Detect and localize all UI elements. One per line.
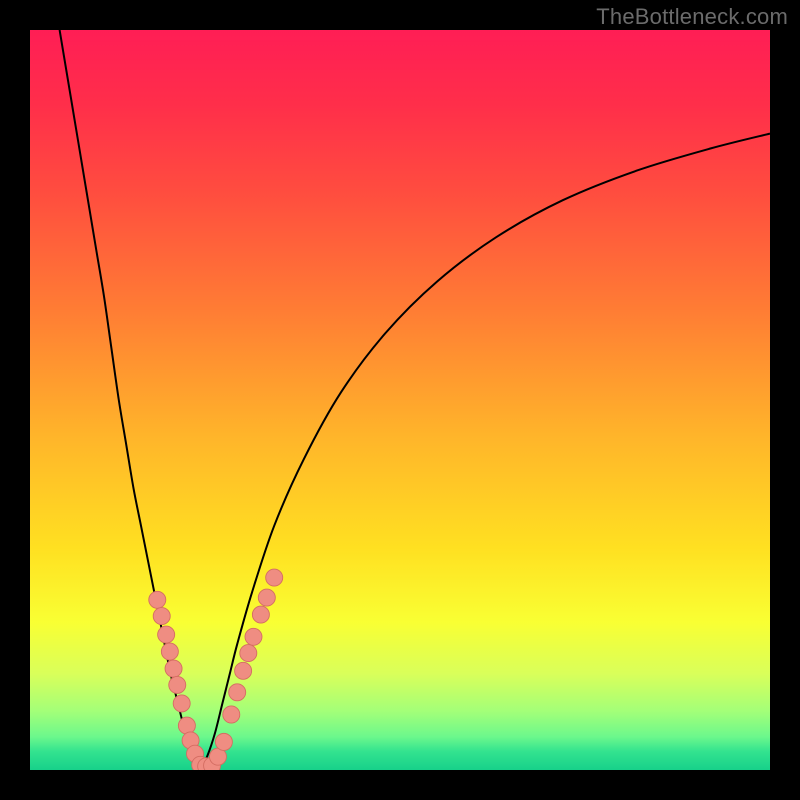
data-marker — [161, 643, 178, 660]
data-marker — [240, 645, 257, 662]
data-marker — [215, 733, 232, 750]
data-marker — [266, 569, 283, 586]
curve-right-branch — [200, 134, 770, 770]
data-marker — [223, 706, 240, 723]
data-marker — [149, 591, 166, 608]
chart-svg — [30, 30, 770, 770]
data-marker — [258, 589, 275, 606]
data-marker — [235, 662, 252, 679]
marker-group — [149, 569, 283, 770]
plot-area — [30, 30, 770, 770]
data-marker — [165, 660, 182, 677]
curve-left-branch — [60, 30, 201, 770]
watermark-text: TheBottleneck.com — [596, 4, 788, 30]
data-marker — [229, 684, 246, 701]
data-marker — [245, 628, 262, 645]
data-marker — [173, 695, 190, 712]
data-marker — [153, 608, 170, 625]
data-marker — [158, 626, 175, 643]
data-marker — [169, 676, 186, 693]
chart-frame: TheBottleneck.com — [0, 0, 800, 800]
data-marker — [178, 717, 195, 734]
data-marker — [252, 606, 269, 623]
